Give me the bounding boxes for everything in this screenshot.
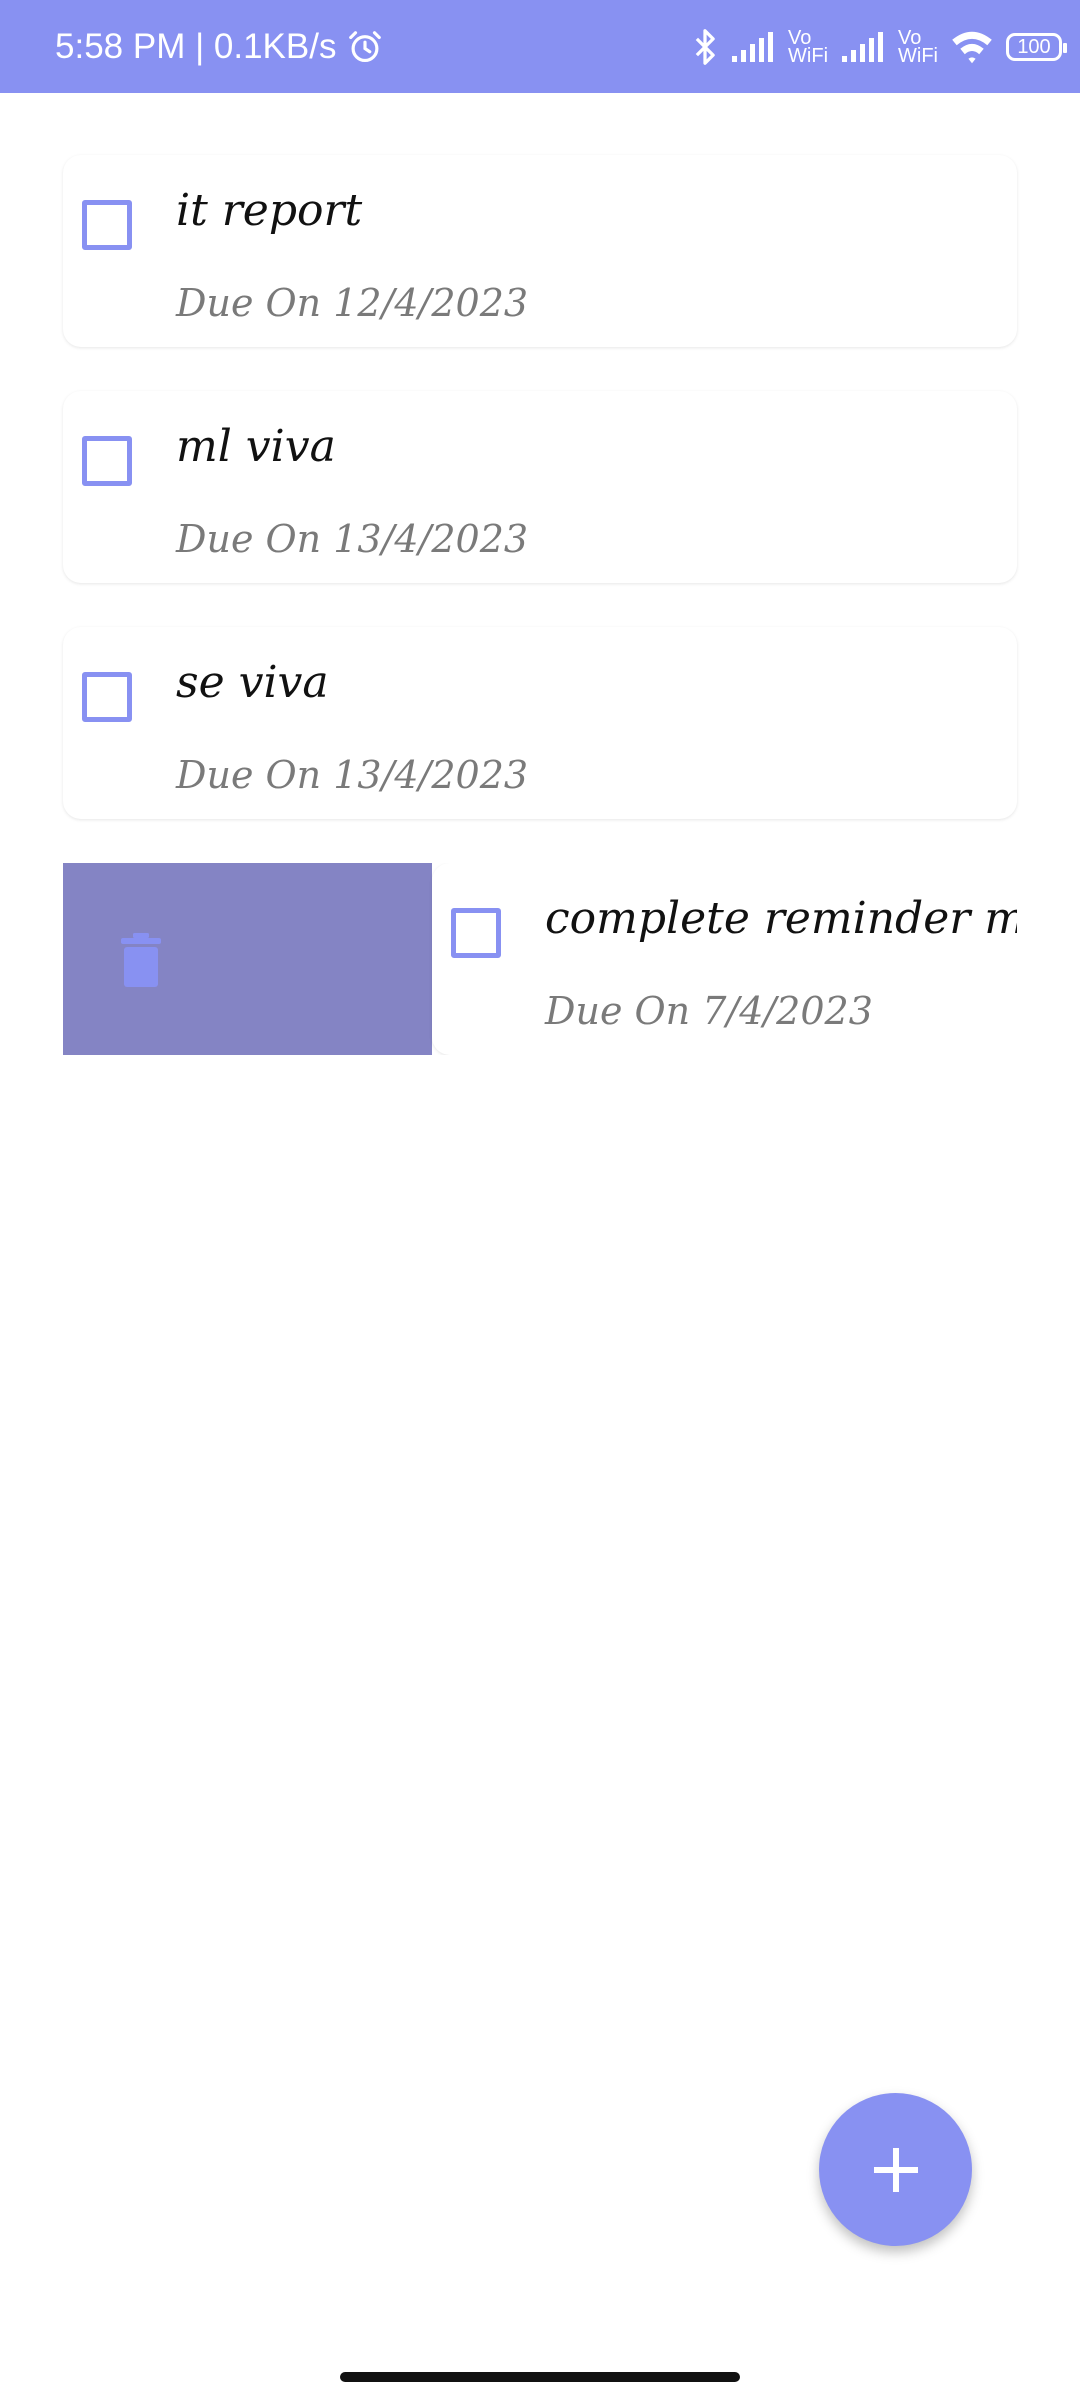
trash-icon[interactable] [121, 933, 161, 987]
task-checkbox[interactable] [82, 672, 132, 722]
status-bar: 5:58 PM | 0.1KB/s Vo WiFi Vo WiFi 100 [0, 0, 1080, 93]
wifi-label: WiFi [788, 45, 829, 67]
task-due-date: Due On 13/4/2023 [176, 753, 529, 797]
vowifi-indicator-1: Vo WiFi [788, 28, 829, 67]
task-due-date: Due On 7/4/2023 [545, 989, 873, 1033]
task-title: it report [176, 185, 363, 236]
task-checkbox[interactable] [451, 908, 501, 958]
status-time-speed: 5:58 PM | 0.1KB/s [55, 27, 337, 66]
swiped-task-row[interactable]: complete reminder module by Due On 7/4/2… [63, 863, 1017, 1055]
task-card[interactable]: complete reminder module by Due On 7/4/2… [432, 863, 1017, 1055]
battery-level: 100 [1017, 35, 1051, 58]
status-right: Vo WiFi Vo WiFi 100 [692, 22, 1067, 72]
task-due-date: Due On 12/4/2023 [176, 281, 529, 325]
bluetooth-icon [695, 29, 715, 65]
task-card[interactable]: it report Due On 12/4/2023 [63, 155, 1017, 347]
plus-icon [873, 2147, 918, 2192]
alarm-icon [349, 31, 382, 63]
task-card[interactable]: ml viva Due On 13/4/2023 [63, 391, 1017, 583]
home-indicator[interactable] [340, 2372, 740, 2382]
task-title: ml viva [176, 421, 336, 472]
task-due-date: Due On 13/4/2023 [176, 517, 529, 561]
signal-icon [842, 32, 884, 62]
battery-icon: 100 [1006, 33, 1067, 61]
task-checkbox[interactable] [82, 200, 132, 250]
status-left: 5:58 PM | 0.1KB/s [55, 22, 384, 72]
wifi-icon [952, 31, 992, 64]
signal-icon [732, 32, 774, 62]
delete-swipe-action[interactable] [63, 863, 432, 1055]
task-card[interactable]: se viva Due On 13/4/2023 [63, 627, 1017, 819]
wifi-label: WiFi [898, 45, 938, 67]
vowifi-indicator-2: Vo WiFi [898, 28, 938, 67]
task-checkbox[interactable] [82, 436, 132, 486]
task-title: complete reminder module by [545, 893, 1017, 944]
task-title: se viva [176, 657, 329, 708]
add-task-button[interactable] [819, 2093, 972, 2246]
